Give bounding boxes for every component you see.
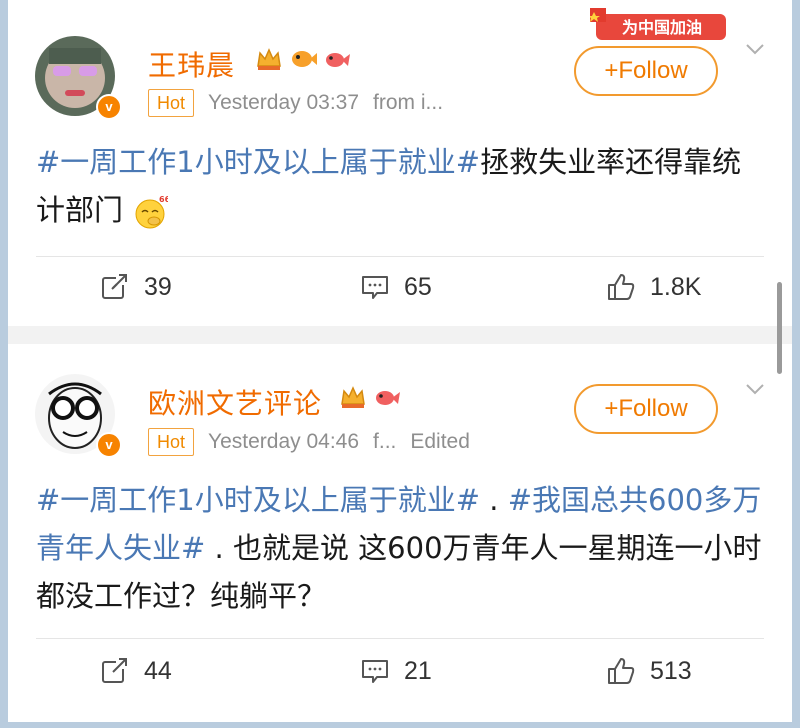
repost-button[interactable]: 44 bbox=[100, 656, 172, 686]
like-count: 1.8K bbox=[650, 272, 702, 301]
user-badges bbox=[254, 44, 352, 74]
action-bar: 39 65 1.8K bbox=[8, 272, 792, 312]
verified-badge-icon: v bbox=[96, 432, 122, 458]
comment-count: 65 bbox=[404, 272, 432, 301]
like-button[interactable]: 1.8K bbox=[606, 272, 701, 302]
username[interactable]: 王玮晨 bbox=[148, 44, 235, 84]
divider bbox=[36, 256, 764, 257]
post-content: #一周工作1小时及以上属于就业# . #我国总共600多万青年人失业# . 也就… bbox=[36, 476, 766, 620]
hashtag-link[interactable]: #一周工作1小时及以上属于就业# bbox=[36, 483, 480, 517]
post-meta: Hot Yesterday 04:46 f... Edited bbox=[148, 428, 470, 456]
post-text-separator: . bbox=[480, 483, 508, 517]
hot-tag: Hot bbox=[148, 428, 195, 456]
crown-badge-icon bbox=[257, 48, 281, 70]
repost-count: 39 bbox=[144, 272, 172, 301]
post-time: Yesterday 04:46 bbox=[208, 430, 360, 453]
repost-icon bbox=[102, 657, 128, 683]
comment-count: 21 bbox=[404, 656, 432, 685]
koi-badge-icon bbox=[376, 391, 400, 405]
user-badges bbox=[338, 382, 402, 412]
follow-button[interactable]: +Follow bbox=[574, 46, 718, 96]
like-count: 513 bbox=[650, 656, 692, 685]
post-separator bbox=[8, 326, 792, 344]
promo-banner: 为中国加油 bbox=[590, 8, 726, 40]
feed-post: v 王玮晨 Hot Yesterday 03:37 from i... 为中国加… bbox=[8, 0, 792, 326]
post-time: Yesterday 03:37 bbox=[208, 91, 360, 114]
comment-icon bbox=[362, 660, 388, 683]
repost-count: 44 bbox=[144, 656, 172, 685]
koi-badge-icon bbox=[326, 53, 350, 67]
svg-text:666: 666 bbox=[159, 195, 168, 204]
verified-badge-icon: v bbox=[96, 94, 122, 120]
follow-button[interactable]: +Follow bbox=[574, 384, 718, 434]
repost-icon bbox=[102, 273, 128, 299]
comment-button[interactable]: 65 bbox=[360, 272, 432, 302]
like-icon bbox=[608, 658, 635, 684]
like-button[interactable]: 513 bbox=[606, 656, 692, 686]
like-icon bbox=[608, 274, 635, 300]
hashtag-link[interactable]: #一周工作1小时及以上属于就业# bbox=[36, 145, 480, 179]
repost-button[interactable]: 39 bbox=[100, 272, 172, 302]
comment-button[interactable]: 21 bbox=[360, 656, 432, 686]
post-source: from i... bbox=[373, 91, 444, 114]
comment-icon bbox=[362, 276, 388, 299]
fish-badge-icon bbox=[292, 51, 317, 67]
edited-label: Edited bbox=[410, 430, 470, 453]
crown-badge-icon bbox=[341, 386, 365, 408]
post-source: f... bbox=[373, 430, 397, 453]
divider bbox=[36, 638, 764, 639]
hot-tag: Hot bbox=[148, 89, 195, 117]
action-bar: 44 21 513 bbox=[8, 656, 792, 696]
chevron-down-icon[interactable] bbox=[744, 38, 766, 60]
emoji-666-icon: 666 bbox=[135, 195, 168, 229]
promo-text: 为中国加油 bbox=[622, 18, 702, 37]
username[interactable]: 欧洲文艺评论 bbox=[148, 382, 322, 422]
chevron-down-icon[interactable] bbox=[744, 378, 766, 400]
post-content: #一周工作1小时及以上属于就业#拯救失业率还得靠统计部门 666 bbox=[36, 138, 766, 234]
feed-post: v 欧洲文艺评论 Hot Yesterday 04:46 f... Edited… bbox=[8, 344, 792, 722]
post-meta: Hot Yesterday 03:37 from i... bbox=[148, 89, 457, 117]
